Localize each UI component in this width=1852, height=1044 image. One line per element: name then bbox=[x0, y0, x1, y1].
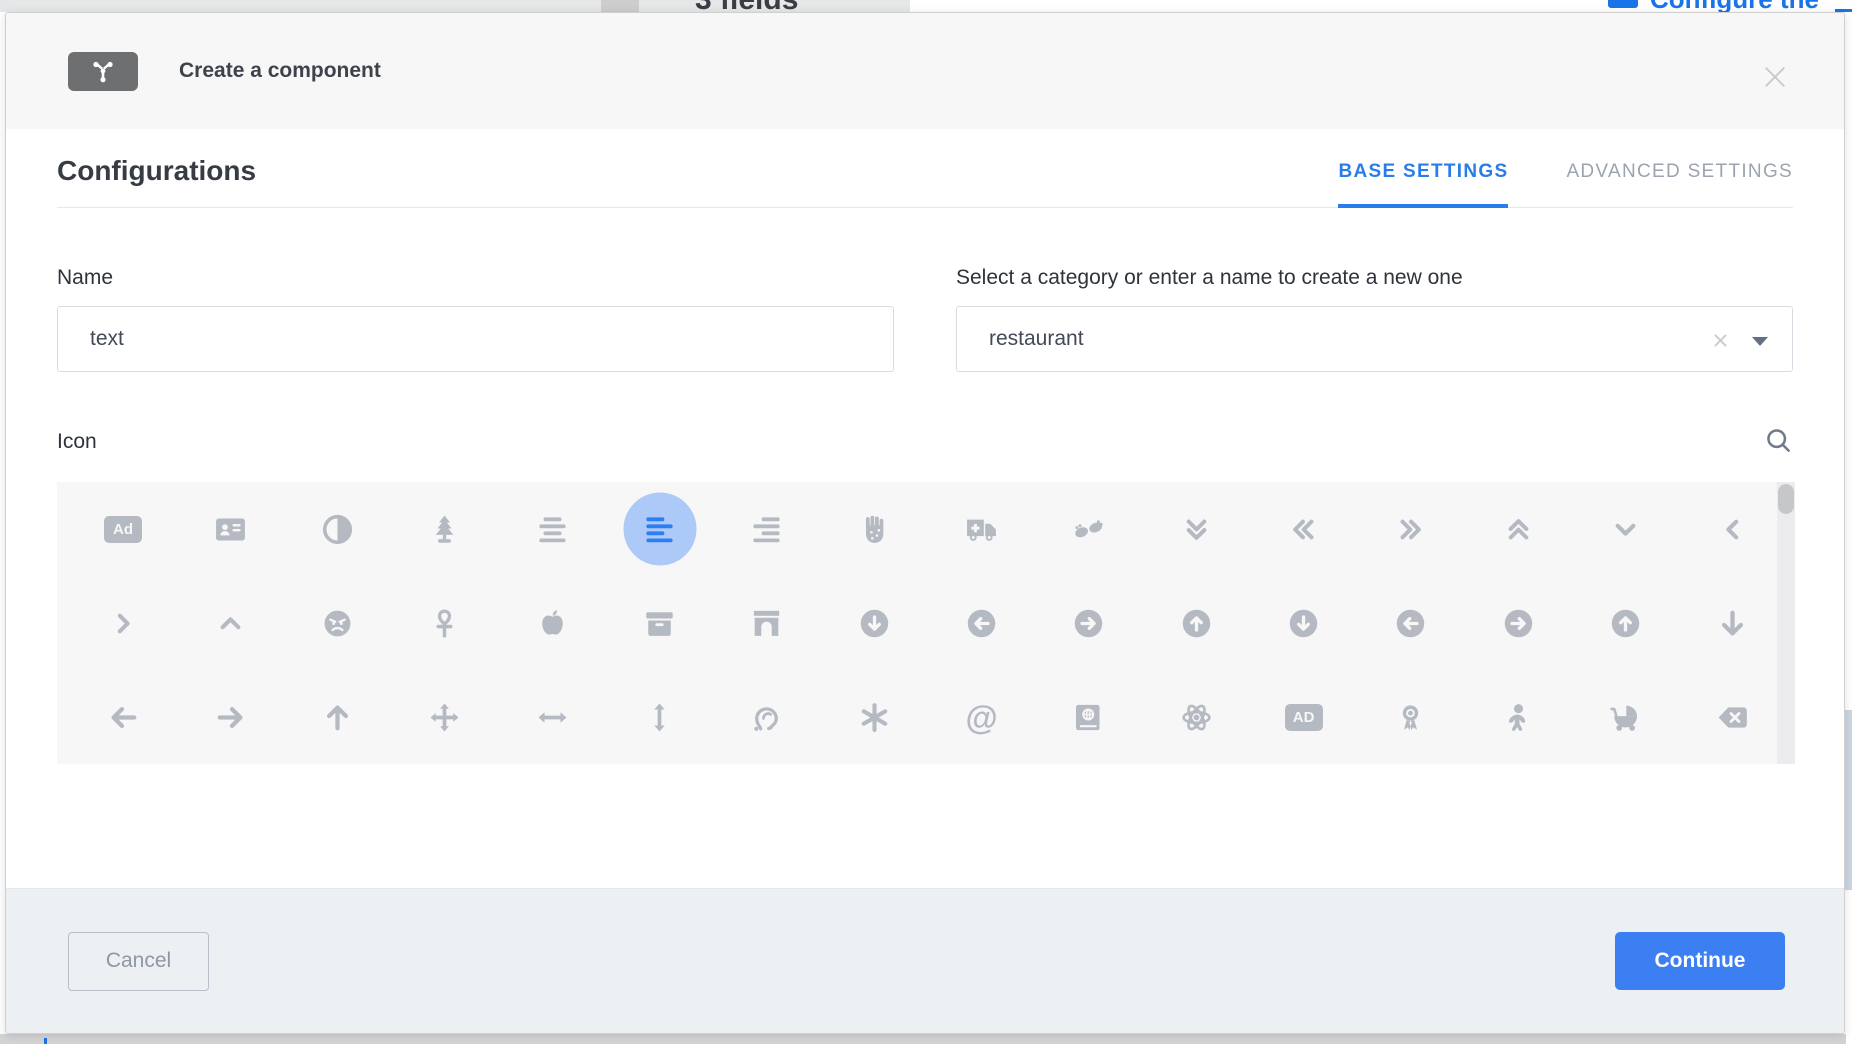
cancel-button[interactable]: Cancel bbox=[68, 932, 209, 991]
icon-air-freshener[interactable] bbox=[423, 482, 467, 576]
icon-allergies[interactable] bbox=[852, 482, 896, 576]
tab-advanced-settings[interactable]: ADVANCED SETTINGS bbox=[1566, 161, 1793, 207]
configurations-row: Configurations BASE SETTINGS ADVANCED SE… bbox=[57, 129, 1793, 208]
icon-arrow-right[interactable] bbox=[208, 670, 252, 764]
icon-award[interactable] bbox=[1389, 670, 1433, 764]
icon-arrows-alt-h[interactable] bbox=[530, 670, 574, 764]
icon-angle-down[interactable] bbox=[1604, 482, 1648, 576]
background-scrollbar-piece bbox=[601, 0, 639, 12]
icon-angle-double-up[interactable] bbox=[1496, 482, 1540, 576]
background-link-text: Configure the bbox=[1650, 0, 1840, 12]
icon-arrow-alt-circle-down[interactable] bbox=[852, 576, 896, 670]
icon-angle-up[interactable] bbox=[208, 576, 252, 670]
background-page-top: 3 fields Configure the bbox=[0, 0, 1852, 12]
icon-apple-alt[interactable] bbox=[530, 576, 574, 670]
icon-ad[interactable]: Ad bbox=[101, 482, 145, 576]
icon-arrow-alt-circle-right[interactable] bbox=[1067, 576, 1111, 670]
icon-angle-double-down[interactable] bbox=[1174, 482, 1218, 576]
icon-angle-double-left[interactable] bbox=[1282, 482, 1326, 576]
icon-align-right[interactable] bbox=[745, 482, 789, 576]
dialog-title: Create a component bbox=[179, 59, 381, 83]
icon-label: Icon bbox=[57, 430, 97, 454]
icon-audio-description[interactable]: AD bbox=[1282, 670, 1326, 764]
component-node-icon bbox=[68, 52, 138, 91]
icon-arrows-alt[interactable] bbox=[423, 670, 467, 764]
name-label: Name bbox=[57, 266, 894, 290]
icon-arrow-down[interactable] bbox=[1711, 576, 1755, 670]
close-icon[interactable] bbox=[1761, 63, 1789, 91]
form-fields: Name Select a category or enter a name t… bbox=[57, 266, 1793, 372]
icon-arrow-alt-circle-left[interactable] bbox=[960, 576, 1004, 670]
create-component-dialog: Create a component Configurations BASE S… bbox=[5, 12, 1845, 1034]
icon-arrow-circle-left[interactable] bbox=[1389, 576, 1433, 670]
background-bottom-tick bbox=[44, 1038, 47, 1044]
category-label: Select a category or enter a name to cre… bbox=[956, 266, 1793, 290]
icon-ambulance[interactable] bbox=[960, 482, 1004, 576]
icon-baby-carriage[interactable] bbox=[1604, 670, 1648, 764]
icon-asterisk[interactable] bbox=[852, 670, 896, 764]
name-input[interactable] bbox=[57, 306, 894, 372]
icon-atlas[interactable] bbox=[1067, 670, 1111, 764]
category-selected-value: restaurant bbox=[989, 327, 1084, 351]
icon-align-center[interactable] bbox=[530, 482, 574, 576]
icon-angry[interactable] bbox=[316, 576, 360, 670]
background-bottom-white bbox=[1846, 1034, 1852, 1044]
search-icon[interactable] bbox=[1764, 426, 1793, 458]
icon-atom[interactable] bbox=[1174, 670, 1218, 764]
icon-arrow-up[interactable] bbox=[316, 670, 360, 764]
icon-archive[interactable] bbox=[638, 576, 682, 670]
background-fields-text: 3 fields bbox=[695, 0, 955, 12]
icon-baby[interactable] bbox=[1496, 670, 1540, 764]
icon-arrow-circle-up[interactable] bbox=[1604, 576, 1648, 670]
icon-rows: Ad @ AD bbox=[57, 482, 1795, 764]
icon-grid-row: @ AD bbox=[57, 670, 1795, 764]
dialog-footer: Cancel Continue bbox=[6, 888, 1844, 1033]
icon-address-card[interactable] bbox=[208, 482, 252, 576]
icon-angle-left[interactable] bbox=[1711, 482, 1755, 576]
tab-base-settings[interactable]: BASE SETTINGS bbox=[1338, 161, 1508, 207]
chevron-down-icon[interactable] bbox=[1752, 337, 1768, 346]
name-field-group: Name bbox=[57, 266, 894, 372]
icon-picker-grid: Ad @ AD bbox=[57, 482, 1795, 764]
icon-grid-row bbox=[57, 576, 1795, 670]
category-select[interactable]: restaurant bbox=[956, 306, 1793, 372]
scrollbar-thumb[interactable] bbox=[1778, 484, 1794, 514]
icon-grid-scrollbar[interactable] bbox=[1777, 482, 1795, 764]
icon-angle-double-right[interactable] bbox=[1389, 482, 1433, 576]
background-link-icon bbox=[1608, 0, 1638, 8]
icon-section-header: Icon bbox=[57, 426, 1793, 458]
icon-arrow-alt-circle-up[interactable] bbox=[1174, 576, 1218, 670]
icon-align-left[interactable] bbox=[638, 482, 682, 576]
icon-angle-right[interactable] bbox=[101, 576, 145, 670]
icon-assistive-listening-systems[interactable] bbox=[745, 670, 789, 764]
icon-arrow-circle-right[interactable] bbox=[1496, 576, 1540, 670]
dialog-body: Configurations BASE SETTINGS ADVANCED SE… bbox=[6, 129, 1844, 888]
category-field-group: Select a category or enter a name to cre… bbox=[956, 266, 1793, 372]
background-page-bottom bbox=[0, 1034, 1852, 1044]
icon-american-sign-language-interpreting[interactable] bbox=[1067, 482, 1111, 576]
icon-arrow-circle-down[interactable] bbox=[1282, 576, 1326, 670]
icon-archway[interactable] bbox=[745, 576, 789, 670]
icon-grid-row: Ad bbox=[57, 482, 1795, 576]
clear-icon[interactable] bbox=[1711, 331, 1730, 355]
continue-button[interactable]: Continue bbox=[1615, 932, 1785, 990]
icon-at[interactable]: @ bbox=[960, 670, 1004, 764]
dialog-header: Create a component bbox=[6, 13, 1844, 129]
icon-adjust[interactable] bbox=[316, 482, 360, 576]
icon-arrows-alt-v[interactable] bbox=[638, 670, 682, 764]
settings-tabs: BASE SETTINGS ADVANCED SETTINGS bbox=[1338, 161, 1793, 207]
icon-backspace[interactable] bbox=[1711, 670, 1755, 764]
page-title: Configurations bbox=[57, 155, 256, 207]
icon-arrow-left[interactable] bbox=[101, 670, 145, 764]
icon-ankh[interactable] bbox=[423, 576, 467, 670]
